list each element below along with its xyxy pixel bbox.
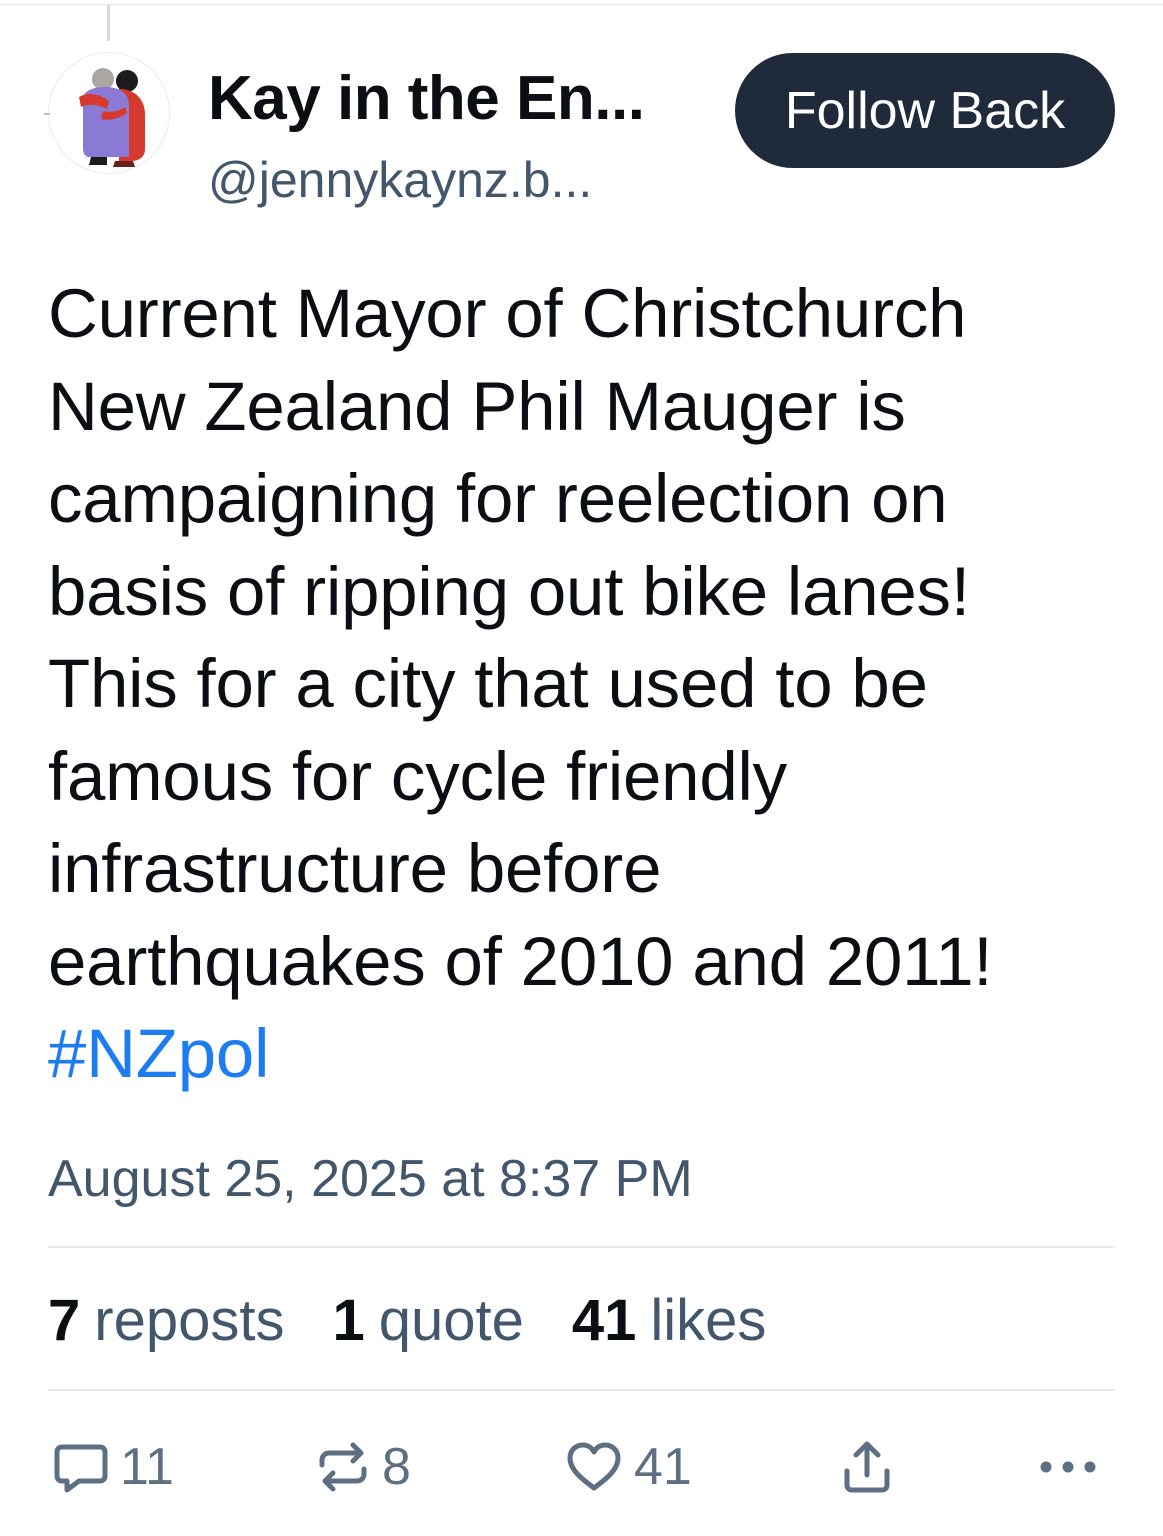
follow-back-button[interactable]: Follow Back [735, 53, 1115, 168]
post-text-line: infrastructure before [48, 830, 662, 907]
top-divider [0, 4, 1163, 5]
reply-icon [52, 1438, 110, 1496]
quotes-stat[interactable]: 1 quote [332, 1288, 523, 1354]
reposts-label: reposts [94, 1288, 285, 1353]
reposts-count: 7 [48, 1288, 81, 1353]
post-text-line: famous for cycle friendly [48, 737, 787, 815]
avatar-marker [44, 113, 50, 115]
like-button[interactable]: 41 [564, 1432, 692, 1502]
repost-count: 8 [382, 1438, 411, 1496]
quotes-label: quote [378, 1288, 524, 1353]
reposts-stat[interactable]: 7 reposts [48, 1288, 284, 1354]
likes-count: 41 [571, 1288, 637, 1353]
reply-count: 11 [120, 1438, 174, 1496]
avatar[interactable] [48, 52, 170, 174]
post-timestamp: August 25, 2025 at 8:37 PM [48, 1150, 693, 1208]
heart-icon [564, 1438, 624, 1496]
post-body: Current Mayor of Christchurch New Zealan… [48, 268, 1128, 1101]
likes-stat[interactable]: 41 likes [572, 1288, 767, 1354]
likes-label: likes [650, 1288, 767, 1353]
thread-connector-line [107, 5, 110, 41]
quotes-count: 1 [332, 1288, 365, 1353]
post-text-line: This for a city that used to be [48, 645, 928, 722]
more-icon [1038, 1457, 1098, 1477]
avatar-hug-illustration [79, 68, 145, 167]
hashtag-link[interactable]: #NZpol [48, 1008, 1128, 1101]
more-options-button[interactable] [1038, 1432, 1098, 1502]
repost-icon [314, 1438, 372, 1496]
share-icon [838, 1437, 896, 1497]
author-display-name[interactable]: Kay in the En... [208, 62, 688, 136]
engagement-stats: 7 reposts 1 quote 41 likes [48, 1288, 814, 1354]
stats-top-divider [48, 1246, 1115, 1248]
post-text-line: basis of ripping out bike lanes! [48, 552, 970, 630]
author-handle[interactable]: @jennykaynz.b... [208, 150, 688, 210]
post-text-line: Current Mayor of Christchurch [48, 275, 967, 352]
stats-bottom-divider [48, 1389, 1115, 1391]
like-count: 41 [634, 1438, 692, 1496]
post-text-line: New Zealand Phil Mauger is [48, 367, 906, 445]
repost-button[interactable]: 8 [314, 1432, 411, 1502]
share-button[interactable] [838, 1432, 896, 1502]
post-text-line: campaigning for reelection on [48, 460, 948, 537]
post-text-line: earthquakes of 2010 and 2011! [48, 922, 993, 1000]
reply-button[interactable]: 11 [52, 1432, 174, 1502]
action-bar: 11 8 41 [48, 1432, 1115, 1502]
